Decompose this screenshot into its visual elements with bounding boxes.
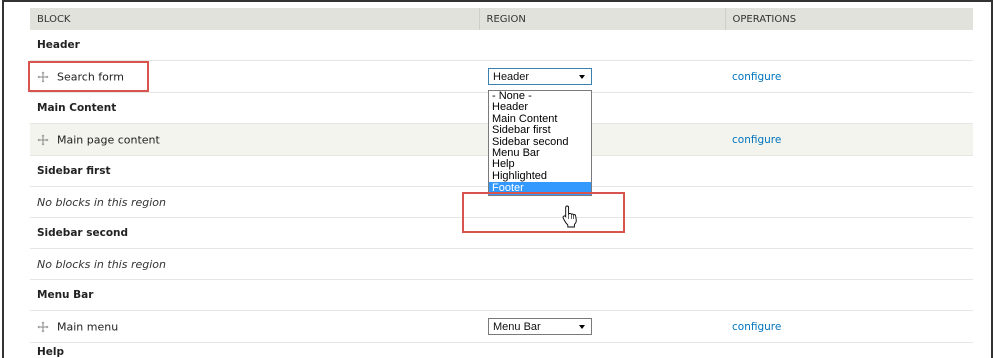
operations-cell: configure (725, 123, 973, 156)
region-title-row-menu-bar: Menu Bar (30, 279, 973, 311)
dropdown-option-none[interactable]: - None - (489, 91, 591, 102)
frame-border-top (2, 0, 992, 2)
empty-region-message: No blocks in this region (30, 248, 973, 280)
dropdown-option-help[interactable]: Help (489, 159, 591, 170)
drag-handle-icon[interactable] (37, 71, 49, 83)
region-title-row-sidebar-second: Sidebar second (30, 217, 973, 249)
region-title-help: Help (37, 346, 65, 358)
dropdown-option-highlighted[interactable]: Highlighted (489, 171, 591, 182)
frame-border-left (2, 0, 4, 358)
dropdown-option-menu-bar[interactable]: Menu Bar (489, 148, 591, 159)
dropdown-option-footer[interactable]: Footer (489, 182, 591, 196)
block-label-main-page-content: Main page content (57, 133, 160, 147)
region-select-value: Header (493, 71, 530, 83)
drag-handle-icon[interactable] (37, 134, 49, 146)
region-select-main-menu[interactable]: Menu Bar (488, 318, 592, 335)
configure-link-main-page-content[interactable]: configure (732, 134, 781, 146)
table-row-empty-sidebar-second: No blocks in this region (30, 248, 973, 280)
column-header-operations: OPERATIONS (724, 8, 973, 30)
block-cell: Search form (30, 60, 479, 93)
table-header-row: BLOCK REGION OPERATIONS (30, 8, 973, 30)
region-title-menu-bar: Menu Bar (30, 279, 973, 311)
region-cell: Menu Bar (479, 310, 725, 343)
operations-cell: configure (725, 310, 973, 343)
column-header-region: REGION (478, 8, 725, 30)
chevron-down-icon (579, 75, 585, 79)
column-header-block: BLOCK (30, 8, 479, 30)
region-title-row-header: Header (30, 30, 973, 61)
operations-cell: configure (725, 60, 973, 93)
region-select-search-form[interactable]: Header (488, 68, 592, 85)
configure-link-main-menu[interactable]: configure (732, 321, 781, 333)
region-title-sidebar-second: Sidebar second (30, 217, 973, 249)
chevron-down-icon (579, 325, 585, 329)
block-label-search-form: Search form (57, 70, 124, 84)
dropdown-option-main-content[interactable]: Main Content (489, 114, 591, 125)
region-title-header: Header (30, 30, 973, 61)
configure-link-search-form[interactable]: configure (732, 71, 781, 83)
block-cell: Main page content (30, 123, 479, 156)
dropdown-option-header[interactable]: Header (489, 102, 591, 113)
region-select-value: Menu Bar (493, 321, 541, 333)
block-cell: Main menu (30, 310, 479, 343)
frame-border-right (991, 0, 993, 358)
region-cell: Header (479, 60, 725, 93)
drag-handle-icon[interactable] (37, 321, 49, 333)
dropdown-option-sidebar-second[interactable]: Sidebar second (489, 137, 591, 148)
screenshot-frame: BLOCK REGION OPERATIONS Header Search fo… (0, 0, 994, 358)
region-dropdown-list[interactable]: - None - Header Main Content Sidebar fir… (488, 90, 592, 197)
dropdown-option-sidebar-first[interactable]: Sidebar first (489, 125, 591, 136)
table-row-search-form: Search form Header configure (30, 60, 973, 93)
table-row-main-menu: Main menu Menu Bar configure (30, 310, 973, 343)
mouse-pointer-icon (562, 205, 578, 229)
block-label-main-menu: Main menu (57, 320, 119, 334)
